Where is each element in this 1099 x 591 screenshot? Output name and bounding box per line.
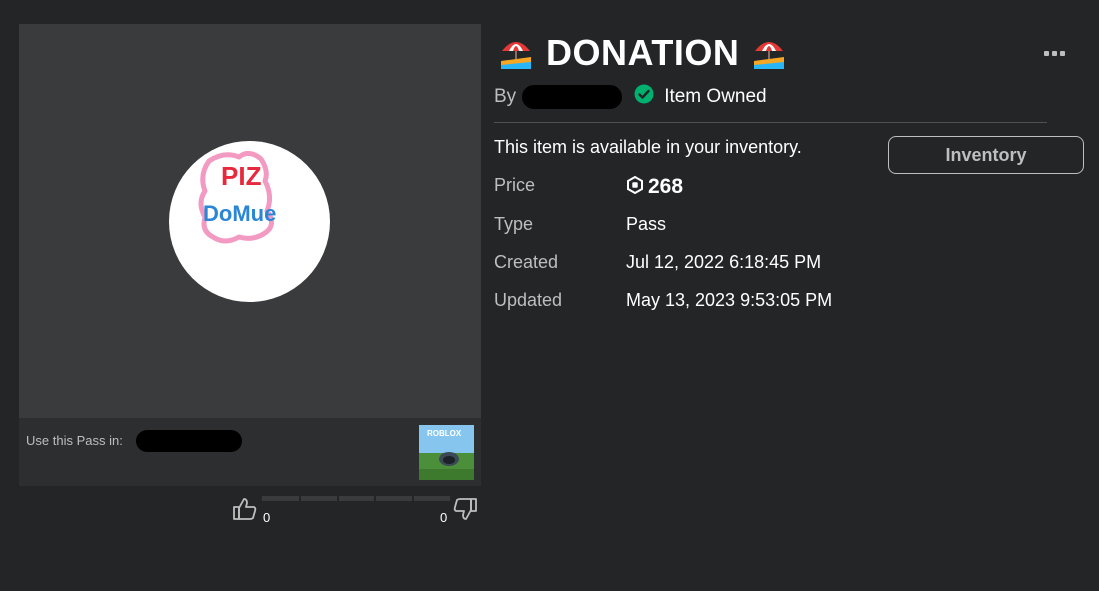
use-pass-in-label: Use this Pass in: [26,433,123,448]
thumbnail-text-line2: DoMue [203,201,276,226]
game-thumbnail[interactable]: ROBLOX [419,425,474,480]
created-value: Jul 12, 2022 6:18:45 PM [626,252,822,272]
price-value: 268 [648,175,684,198]
downvote-count: 0 [440,510,448,525]
item-thumbnail-image: PIZ DoMue [169,141,330,302]
more-options-icon[interactable] [1044,48,1068,58]
thumbs-up-icon[interactable] [232,496,258,527]
item-title: DONATION [546,32,740,73]
inventory-button[interactable]: Inventory [888,136,1084,174]
divider [494,122,1047,123]
item-owned-label: Item Owned [664,86,767,107]
updated-label: Updated [494,290,563,310]
voting-section: 0 0 [232,494,480,526]
price-value-wrap: 268 [626,175,683,199]
use-pass-in-bar: Use this Pass in: ROBLOX [19,418,481,486]
item-title-row: DONATION [498,32,787,74]
by-label: By [494,86,517,107]
creator-byline: By Item Owned [494,84,767,110]
item-thumbnail-panel: PIZ DoMue [19,24,481,418]
redacted-game-name [136,430,242,452]
vote-ratio-bar [262,496,450,501]
availability-text: This item is available in your inventory… [494,137,802,157]
thumbnail-text-line1: PIZ [221,161,262,191]
robux-icon [626,175,644,199]
type-label: Type [494,214,534,234]
created-label: Created [494,252,559,272]
redacted-creator-name[interactable] [522,85,623,109]
check-circle-icon [634,84,654,110]
updated-value: May 13, 2023 9:53:05 PM [626,290,833,310]
game-thumb-label: ROBLOX [427,429,462,438]
beach-umbrella-icon [498,35,534,71]
beach-umbrella-icon [751,35,787,71]
price-label: Price [494,175,536,195]
item-details-page: PIZ DoMue Use this Pass in: ROBLOX 0 0 D… [0,0,1099,591]
upvote-count: 0 [263,510,271,525]
type-value: Pass [626,214,667,234]
thumbs-down-icon[interactable] [452,496,478,527]
